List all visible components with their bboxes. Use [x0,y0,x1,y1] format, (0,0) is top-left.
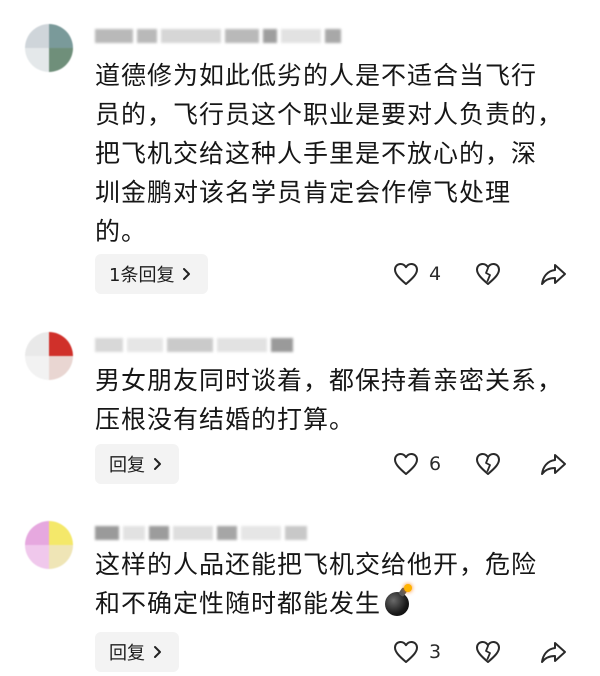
username-redacted[interactable] [95,525,307,541]
broken-heart-icon [475,640,501,664]
avatar-pixel [49,521,73,545]
like-button[interactable]: 3 [393,640,441,664]
avatar[interactable] [25,521,73,569]
like-count: 3 [429,641,442,663]
avatar-pixel [25,545,49,569]
avatar-pixel [25,521,49,545]
bomb-emoji [383,584,413,616]
share-arrow-icon [540,640,568,664]
share-button[interactable] [540,640,568,664]
comment-actions: 3 [0,632,600,672]
avatar-pixel [49,545,73,569]
dislike-button[interactable] [475,640,501,664]
comment-text-body: 这样的人品还能把飞机交给他开，危险 和不确定性随时都能发生 [95,550,538,618]
heart-icon [393,640,419,664]
comment-text: 这样的人品还能把飞机交给他开，危险 和不确定性随时都能发生 [95,545,575,623]
comment-item: 这样的人品还能把飞机交给他开，危险 和不确定性随时都能发生 回复 3 [0,0,600,676]
